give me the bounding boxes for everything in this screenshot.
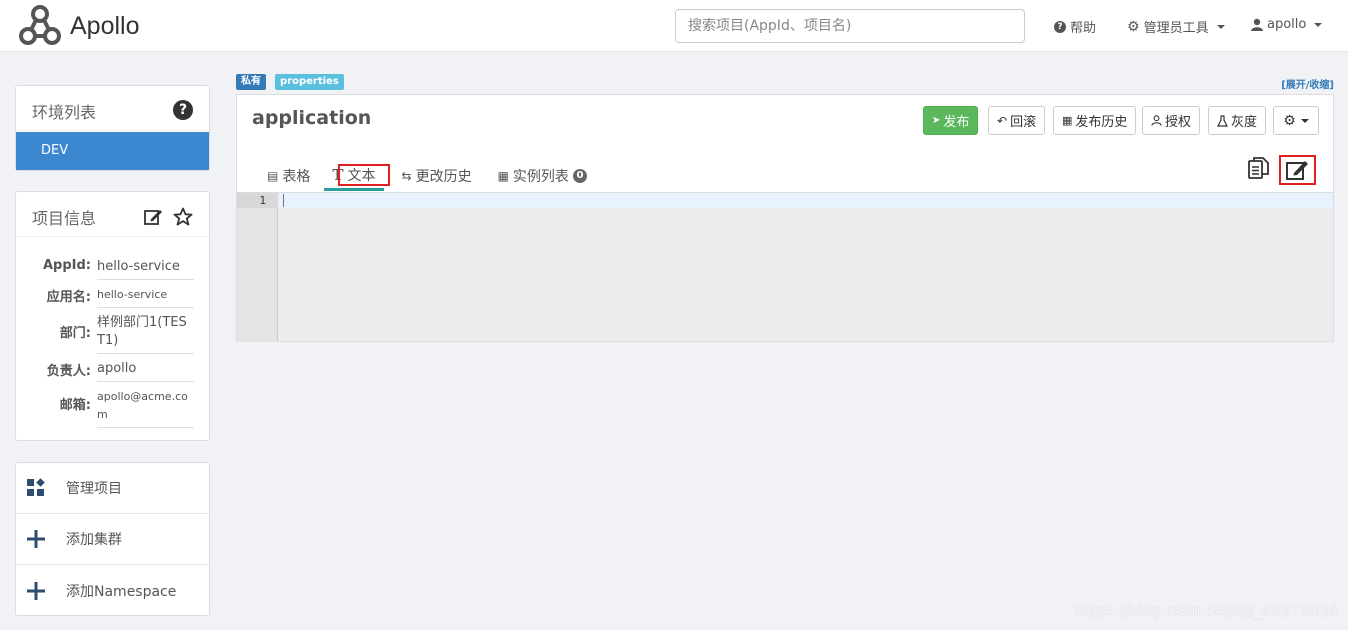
- info-label: 负责人:: [46, 364, 91, 379]
- admin-tools-label: 管理员工具: [1143, 21, 1209, 36]
- text-editor[interactable]: 1: [237, 192, 1333, 342]
- namespace-panel: application ➤ 发布 ↶ 回滚 ▦ 发布历史 授权 灰度 ⚙ ▤ 表…: [236, 94, 1334, 342]
- admin-tools-dropdown[interactable]: ⚙ 管理员工具: [1127, 17, 1225, 36]
- flask-icon: [1217, 114, 1228, 127]
- manage-project-button[interactable]: 管理项目: [16, 463, 209, 514]
- user-icon: [1251, 18, 1263, 31]
- env-list-header: 环境列表 ?: [16, 86, 209, 131]
- grid-diamond-icon: [27, 478, 45, 496]
- rollback-button[interactable]: ↶ 回滚: [988, 106, 1046, 135]
- star-icon[interactable]: [173, 207, 193, 227]
- publish-history-label: 发布历史: [1075, 115, 1128, 130]
- expand-collapse-link[interactable]: [展开/收缩]: [1281, 76, 1334, 91]
- line-number: 1: [237, 193, 278, 208]
- add-namespace-button[interactable]: 添加Namespace: [16, 565, 209, 616]
- publish-button[interactable]: ➤ 发布: [923, 106, 979, 135]
- action-label: 管理项目: [66, 481, 122, 497]
- settings-dropdown-button[interactable]: ⚙: [1273, 106, 1319, 135]
- instance-count-badge: 0: [572, 169, 587, 183]
- calendar-icon: ▦: [1062, 114, 1073, 127]
- text-tab-highlight: [338, 164, 390, 186]
- brand-name: Apollo: [70, 11, 140, 40]
- gray-release-label: 灰度: [1231, 115, 1258, 130]
- tab-label: 表格: [282, 169, 311, 185]
- user-dropdown[interactable]: apollo: [1251, 17, 1323, 32]
- plus-icon: [27, 530, 45, 548]
- editor-gutter: [237, 193, 278, 342]
- project-info-title: 项目信息: [32, 209, 97, 228]
- project-info-panel: 项目信息 AppId: hello-service 应用名: hello-ser…: [15, 191, 210, 441]
- gear-icon: ⚙: [1283, 112, 1296, 129]
- tab-change-history[interactable]: ⇆ 更改历史: [394, 161, 480, 191]
- namespace-tabs: ▤ 表格 T 文本 ⇆ 更改历史 ▦ 实例列表 0: [259, 161, 595, 191]
- action-label: 添加集群: [66, 532, 122, 548]
- plus-icon: [27, 581, 45, 600]
- apollo-logo-icon: [19, 5, 61, 45]
- undo-icon: ↶: [997, 113, 1008, 128]
- search-input[interactable]: [675, 9, 1025, 43]
- caret-down-icon: [1216, 24, 1225, 29]
- info-value: 样例部门1(TEST1): [97, 314, 194, 354]
- add-cluster-button[interactable]: 添加集群: [16, 514, 209, 565]
- tab-instances[interactable]: ▦ 实例列表 0: [490, 161, 595, 191]
- help-label: 帮助: [1070, 21, 1097, 36]
- server-icon: ▦: [497, 169, 509, 183]
- copy-document-icon[interactable]: [1246, 155, 1272, 181]
- apollo-logo[interactable]: Apollo: [14, 4, 140, 48]
- info-value: hello-service: [97, 286, 194, 308]
- send-icon: ➤: [932, 115, 941, 126]
- user-icon: [1151, 115, 1162, 126]
- namespace-title: application: [252, 107, 372, 129]
- active-line: [279, 193, 1333, 208]
- tab-label: 更改历史: [415, 169, 472, 185]
- info-label: AppId:: [42, 258, 91, 273]
- gray-release-button[interactable]: 灰度: [1208, 106, 1267, 135]
- info-label: 应用名:: [46, 290, 91, 305]
- grant-label: 授权: [1165, 115, 1192, 130]
- watermark: https://blog.csdn.net/qq_40378034: [1074, 602, 1338, 620]
- exchange-icon: ⇆: [401, 169, 412, 183]
- caret-down-icon: [1300, 118, 1309, 123]
- question-circle-icon: ?: [1054, 20, 1066, 33]
- tab-label: 实例列表: [512, 169, 569, 185]
- env-item-dev[interactable]: DEV: [16, 132, 209, 170]
- text-cursor: [283, 194, 284, 207]
- project-actions-panel: 管理项目 添加集群 添加Namespace: [15, 462, 210, 616]
- publish-history-button[interactable]: ▦ 发布历史: [1053, 106, 1137, 135]
- publish-label: 发布: [943, 115, 970, 130]
- info-value: hello-service: [97, 258, 194, 280]
- question-circle-icon[interactable]: ?: [173, 100, 193, 120]
- info-value: apollo: [97, 360, 194, 382]
- env-list-panel: 环境列表 ? DEV: [15, 85, 210, 171]
- gear-icon: ⚙: [1127, 18, 1140, 35]
- action-label: 添加Namespace: [66, 583, 177, 600]
- info-label: 部门:: [59, 326, 91, 341]
- table-icon: ▤: [267, 169, 279, 183]
- edit-icon[interactable]: [143, 207, 163, 227]
- caret-down-icon: [1314, 22, 1323, 27]
- user-name: apollo: [1267, 17, 1307, 32]
- grant-button[interactable]: 授权: [1142, 106, 1201, 135]
- info-label: 邮箱:: [59, 398, 91, 413]
- env-list-title: 环境列表: [32, 103, 97, 122]
- help-link[interactable]: ? 帮助: [1054, 17, 1096, 36]
- rollback-label: 回滚: [1010, 115, 1037, 130]
- edit-icon[interactable]: [1284, 157, 1310, 183]
- top-navbar: Apollo ? 帮助 ⚙ 管理员工具 apollo: [0, 0, 1348, 52]
- format-badge: properties: [275, 74, 344, 90]
- info-value: apollo@acme.com: [97, 388, 194, 428]
- project-info-header: 项目信息: [16, 192, 209, 237]
- private-badge: 私有: [236, 74, 266, 90]
- tab-table[interactable]: ▤ 表格: [259, 161, 318, 191]
